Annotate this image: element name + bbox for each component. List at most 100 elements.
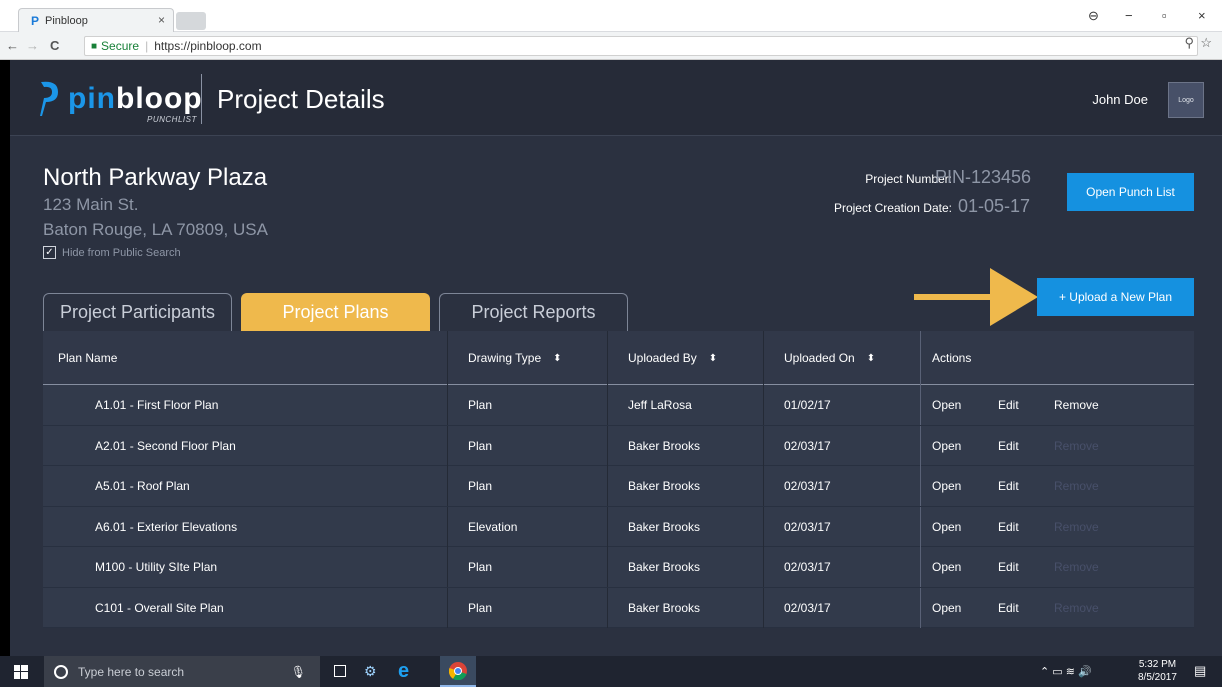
arrow-pointer-icon (914, 268, 1038, 326)
plan-name-cell: C101 - Overall Site Plan (95, 600, 224, 615)
new-tab-button[interactable] (176, 12, 206, 30)
plan-name-cell: M100 - Utility SIte Plan (95, 560, 218, 574)
open-plan-link[interactable]: Open (932, 507, 961, 547)
tray-icons[interactable]: ⌃ ▭ ≋ 🔊 (1040, 665, 1092, 678)
open-punch-list-button[interactable]: Open Punch List (1067, 173, 1194, 211)
browser-tab[interactable]: P Pinbloop × (18, 8, 174, 32)
tab-project-participants[interactable]: Project Participants (43, 293, 232, 331)
col-actions: Actions (932, 351, 972, 365)
uploaded-by-cell: Baker Brooks (628, 479, 701, 493)
brand-logo[interactable]: pinbloop (68, 82, 203, 116)
col-divider (607, 466, 608, 506)
open-plan-link[interactable]: Open (932, 426, 961, 466)
open-plan-link[interactable]: Open (932, 588, 961, 628)
company-logo-placeholder[interactable]: Logo (1168, 82, 1204, 118)
header-divider (201, 74, 202, 124)
col-uploaded-on[interactable]: Uploaded On ⬍ (784, 331, 875, 385)
url-text: https://pinbloop.com (154, 39, 262, 53)
uploaded-on-cell: 01/02/17 (784, 398, 831, 412)
forward-icon[interactable]: → (26, 38, 39, 53)
plan-name-cell: A6.01 - Exterior Elevations (95, 519, 238, 534)
plan-name-cell: A2.01 - Second Floor Plan (95, 438, 236, 453)
back-icon[interactable]: ← (6, 38, 19, 53)
sort-icon[interactable]: ⬍ (553, 353, 561, 364)
col-drawing-type[interactable]: Drawing Type ⬍ (468, 331, 562, 385)
taskbar-search-placeholder: Type here to search (78, 664, 185, 679)
user-name[interactable]: John Doe (1092, 92, 1148, 107)
profile-icon[interactable]: ⊖ (1088, 8, 1099, 24)
uploaded-by-cell: Baker Brooks (628, 600, 701, 615)
pinbloop-favicon-icon: P (31, 13, 40, 28)
table-body: A1.01 - First Floor Plan Plan Jeff LaRosa 0… (43, 385, 1194, 628)
app-header: pinbloop PUNCHLIST Project Details John … (10, 60, 1222, 136)
taskbar: Type here to search 🎙 ⚙ e ⌃ ▭ ≋ 🔊 5:32 P… (0, 656, 1222, 687)
edit-plan-link[interactable]: Edit (998, 588, 1019, 628)
col-divider (920, 466, 921, 506)
minimize-icon[interactable]: − (1125, 8, 1133, 23)
edit-plan-link[interactable]: Edit (998, 385, 1019, 425)
open-plan-link[interactable]: Open (932, 385, 961, 425)
col-divider (447, 425, 448, 466)
browser-chrome: P Pinbloop × ⊖ − ▫ × ← → C ■ Secure | ht… (0, 0, 1222, 60)
browser-tab-title: Pinbloop (45, 14, 88, 27)
col-divider (607, 425, 608, 466)
remove-plan-link[interactable]: Remove (1054, 588, 1099, 628)
edit-plan-link[interactable]: Edit (998, 466, 1019, 506)
project-date-value: 01-05-17 (958, 196, 1031, 216)
uploaded-on-cell: 02/03/17 (784, 600, 831, 615)
col-divider (920, 587, 921, 628)
windows-start-icon[interactable] (14, 665, 28, 679)
uploaded-on-cell: 02/03/17 (784, 438, 831, 453)
col-divider (920, 425, 921, 466)
sort-icon[interactable]: ⬍ (867, 353, 875, 364)
reload-icon[interactable]: C (50, 38, 59, 53)
remove-plan-link[interactable]: Remove (1054, 385, 1099, 425)
edit-plan-link[interactable]: Edit (998, 426, 1019, 466)
remove-plan-link[interactable]: Remove (1054, 547, 1099, 587)
sort-icon[interactable]: ⬍ (709, 353, 717, 364)
taskbar-search-box[interactable]: Type here to search 🎙 (44, 656, 320, 687)
col-divider (447, 385, 448, 425)
col-divider (607, 385, 608, 425)
edit-plan-link[interactable]: Edit (998, 547, 1019, 587)
remove-plan-link[interactable]: Remove (1054, 466, 1099, 506)
tab-strip: P Pinbloop × ⊖ − ▫ × (0, 0, 1222, 32)
window-close-icon[interactable]: × (1198, 8, 1206, 23)
maximize-icon[interactable]: ▫ (1162, 8, 1167, 23)
tab-close-icon[interactable]: × (158, 13, 165, 27)
app-settings-icon[interactable]: ⚙ (364, 663, 377, 680)
microphone-icon[interactable]: 🎙 (291, 665, 306, 679)
bookmark-star-icon[interactable]: ☆ (1200, 35, 1212, 51)
remove-plan-link[interactable]: Remove (1054, 507, 1099, 547)
tab-project-plans[interactable]: Project Plans (241, 293, 430, 331)
table-row: A2.01 - Second Floor Plan Plan Baker Brook… (43, 425, 1194, 466)
drawing-type-cell: Plan (468, 479, 493, 493)
project-address-line2: Baton Rouge, LA 70809, USA (43, 220, 268, 239)
col-divider (607, 506, 608, 547)
edge-browser-icon[interactable]: e (398, 660, 409, 683)
task-view-icon[interactable] (334, 665, 346, 677)
url-input[interactable]: ■ Secure | https://pinbloop.com (84, 36, 1198, 56)
edit-plan-link[interactable]: Edit (998, 507, 1019, 547)
project-date-label: Project Creation Date: (833, 201, 952, 215)
tab-project-reports[interactable]: Project Reports (439, 293, 628, 331)
col-divider (920, 547, 921, 587)
uploaded-on-cell: 02/03/17 (784, 560, 831, 574)
col-divider (447, 506, 448, 547)
taskbar-clock[interactable]: 5:32 PM 8/5/2017 (1138, 658, 1177, 684)
taskbar-date: 8/5/2017 (1138, 672, 1177, 683)
checkbox-checked-icon[interactable]: ✓ (43, 246, 56, 259)
uploaded-by-cell: Baker Brooks (628, 519, 701, 534)
remove-plan-link[interactable]: Remove (1054, 426, 1099, 466)
notifications-icon[interactable]: ▤ (1194, 663, 1206, 679)
open-plan-link[interactable]: Open (932, 466, 961, 506)
taskbar-time: 5:32 PM (1138, 659, 1177, 670)
upload-new-plan-button[interactable]: + Upload a New Plan (1037, 278, 1194, 316)
col-uploaded-by[interactable]: Uploaded By ⬍ (628, 331, 717, 385)
open-plan-link[interactable]: Open (932, 547, 961, 587)
chrome-taskbar-button[interactable] (440, 656, 476, 687)
hide-from-search-toggle[interactable]: ✓ Hide from Public Search (43, 246, 181, 259)
uploaded-by-cell: Jeff LaRosa (628, 398, 692, 412)
col-divider (607, 587, 608, 628)
zoom-icon[interactable]: ⚲ (1184, 35, 1194, 51)
